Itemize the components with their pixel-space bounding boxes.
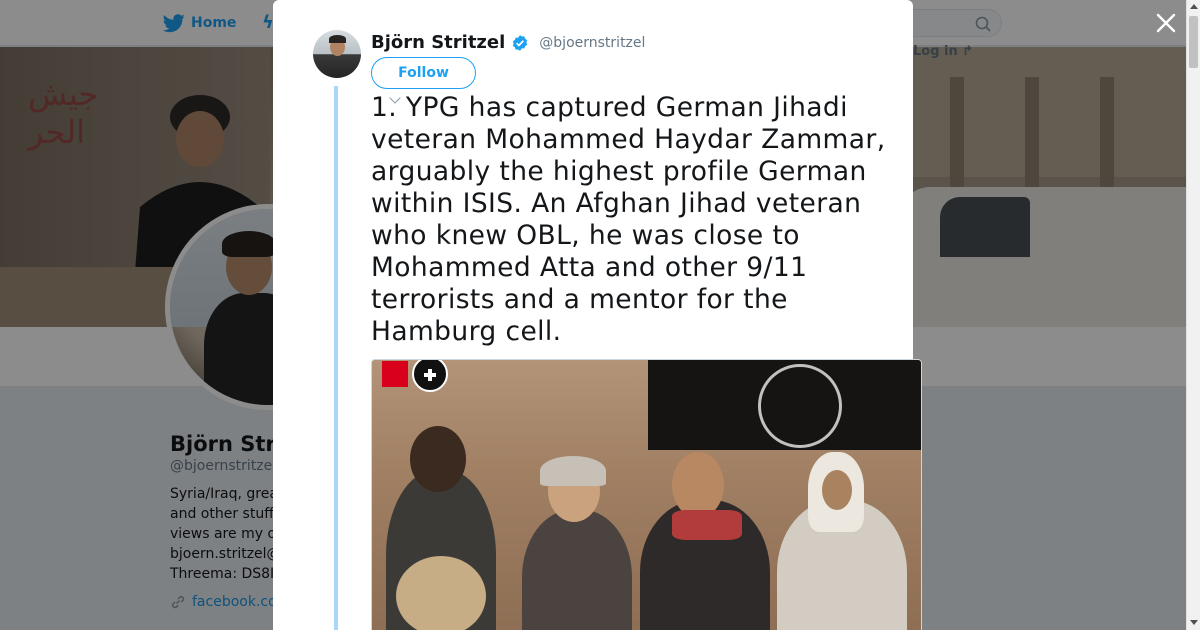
tweet-author-handle[interactable]: @bjoernstritzel	[539, 35, 645, 51]
close-icon	[1156, 13, 1176, 33]
tweet-media-image[interactable]	[371, 359, 922, 630]
page-scrollbar[interactable]	[1186, 0, 1200, 630]
person-head	[822, 470, 852, 510]
thread-line	[334, 86, 338, 630]
tweet-author-name[interactable]: Björn Stritzel	[371, 32, 505, 53]
scroll-down-arrow-icon[interactable]	[1190, 620, 1198, 625]
person-scarf	[672, 510, 742, 540]
scroll-up-arrow-icon[interactable]	[1190, 4, 1198, 9]
tweet-text: 1. YPG has captured German Jihadi vetera…	[371, 92, 886, 347]
tweet-modal: Björn Stritzel @bjoernstritzel Follow 1.…	[273, 0, 922, 630]
person-headscarf	[540, 456, 606, 486]
flag-emblem	[758, 364, 842, 448]
verified-badge-icon	[513, 34, 528, 51]
bild-logo	[382, 361, 408, 387]
person-figure	[522, 510, 632, 630]
tweet-author-avatar[interactable]	[313, 30, 361, 78]
person-head	[410, 426, 466, 492]
person-head	[672, 452, 724, 518]
close-button[interactable]	[1154, 11, 1178, 35]
tweet-header: Björn Stritzel @bjoernstritzel	[371, 32, 645, 53]
knit-cap	[396, 556, 486, 630]
plus-icon	[412, 360, 448, 392]
follow-button[interactable]: Follow	[371, 57, 476, 89]
scroll-thumb[interactable]	[1189, 16, 1198, 68]
